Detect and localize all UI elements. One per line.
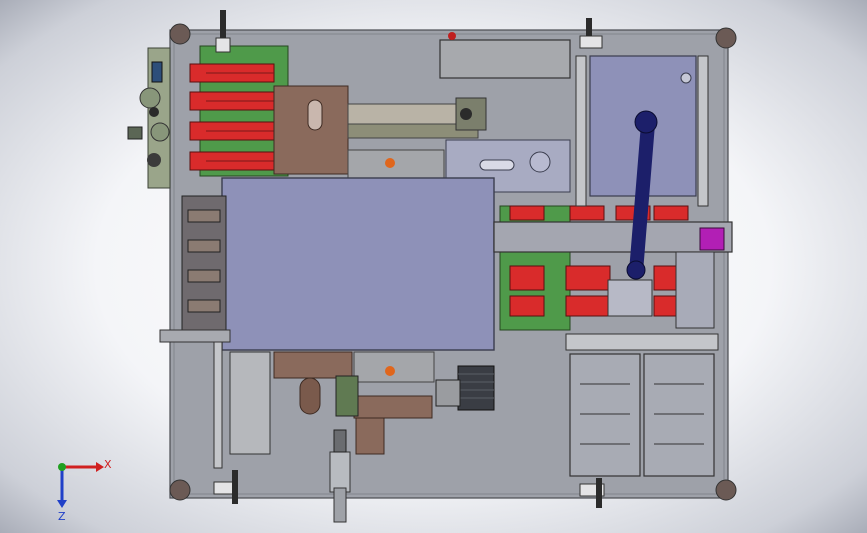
orange-marker-upper [385,158,395,168]
cad-viewport[interactable]: X Z [0,0,867,533]
top-motor-pulley [460,108,472,120]
triad-y-axis [58,463,66,471]
mid-plate-left [347,149,445,183]
left-valve-assembly [127,47,171,189]
foot-top-right [715,27,737,49]
triad-z-label: Z [58,510,66,523]
triad-x-label: X [104,458,112,471]
assembly-drawing: X Z [57,10,737,523]
tray-rail [565,333,719,351]
foot-top-left [169,23,191,45]
brown-bracket-top [273,85,349,175]
left-lower-panel [229,351,271,455]
top-center-red-button [448,32,456,40]
top-center-housing [439,39,571,79]
gantry-beam [493,221,733,253]
foot-bottom-right [715,479,737,501]
right-rail-left [575,55,587,207]
left-guide-rail [159,329,231,343]
foot-bottom-left [169,479,191,501]
right-side-panel [675,251,715,329]
top-rail-block [347,103,459,125]
coordinate-triad: X Z [57,458,112,523]
tray-right [643,353,715,477]
right-panel-hole [680,72,692,84]
orange-marker-lower [385,366,395,376]
right-gripper-plate [607,279,653,317]
magenta-sensor [699,227,725,251]
left-vertical-rail [213,341,223,469]
green-block-lower [335,375,359,417]
right-rail-right [697,55,709,207]
tray-left [569,353,641,477]
main-cover-plate [221,177,495,351]
left-terminal-strip [181,195,227,331]
